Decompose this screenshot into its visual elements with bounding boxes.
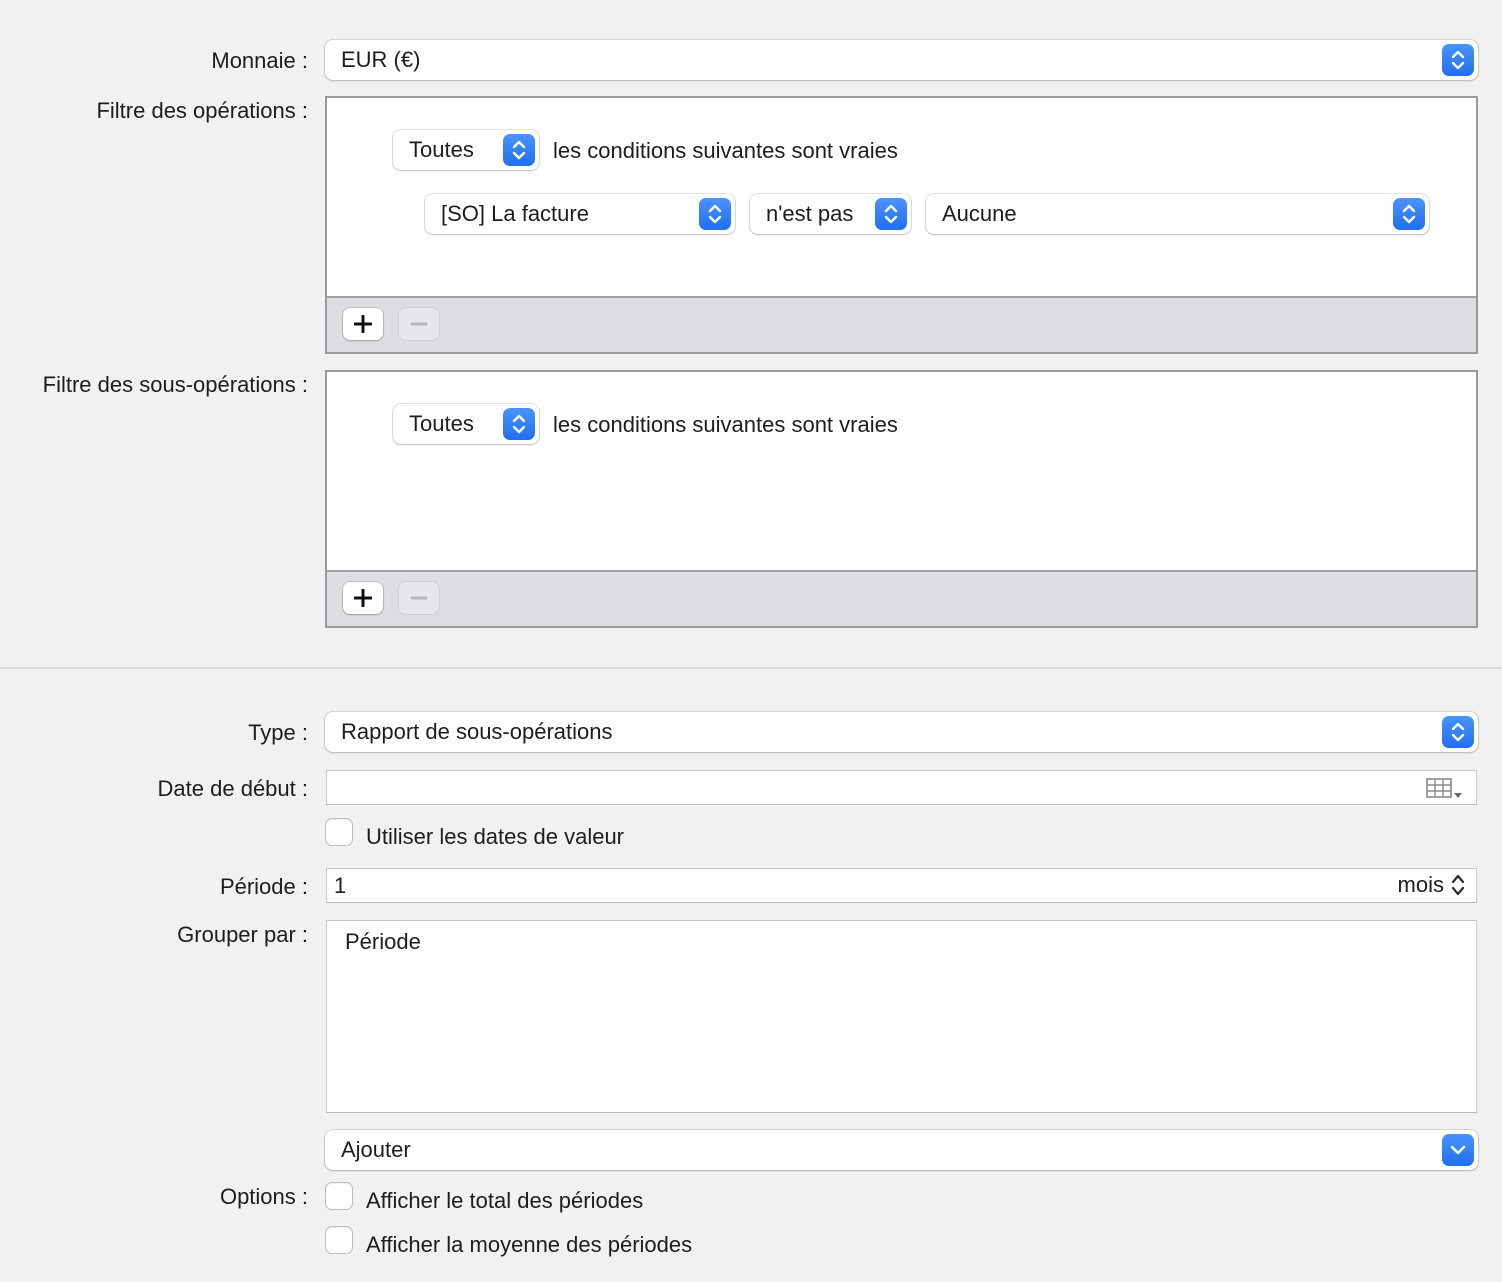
operations-rule-operator-value: n'est pas	[766, 201, 854, 226]
report-type-popup[interactable]: Rapport de sous-opérations	[325, 712, 1478, 752]
group-by-list[interactable]: Période	[326, 920, 1477, 1113]
show-average-checkbox[interactable]	[326, 1227, 352, 1253]
use-value-dates-checkbox[interactable]	[326, 819, 352, 845]
updown-chevron-icon	[1442, 44, 1474, 76]
operations-match-mode-value: Toutes	[409, 137, 474, 162]
updown-chevron-icon	[503, 408, 535, 440]
operations-rule-value-popup[interactable]: Aucune	[926, 194, 1429, 234]
suboperations-filter-footer	[327, 570, 1476, 626]
remove-operation-rule-button[interactable]	[399, 308, 439, 340]
period-unit-popup[interactable]: mois	[1398, 872, 1466, 898]
add-suboperation-rule-button[interactable]	[343, 582, 383, 614]
suboperations-match-mode-value: Toutes	[409, 411, 474, 436]
currency-popup[interactable]: EUR (€)	[325, 40, 1478, 80]
operations-filter-editor: Toutes les conditions suivantes sont vra…	[325, 96, 1478, 354]
minus-icon	[410, 322, 428, 326]
operations-rule-value-value: Aucune	[942, 201, 1017, 226]
show-average-label: Afficher la moyenne des périodes	[366, 1232, 693, 1257]
updown-chevron-icon	[875, 198, 907, 230]
section-divider	[0, 667, 1502, 669]
operations-filter-footer	[327, 296, 1476, 352]
report-type-value: Rapport de sous-opérations	[341, 719, 613, 744]
operations-filter-label: Filtre des opérations :	[96, 98, 308, 123]
currency-value: EUR (€)	[341, 47, 421, 72]
suboperations-match-text: les conditions suivantes sont vraies	[553, 412, 898, 437]
calendar-icon[interactable]	[1426, 777, 1464, 807]
show-total-label: Afficher le total des périodes	[366, 1188, 644, 1213]
operations-rule-field-popup[interactable]: [SO] La facture	[425, 194, 735, 234]
group-by-label: Grouper par :	[177, 922, 308, 947]
period-unit-value: mois	[1397, 872, 1444, 897]
group-by-add-label: Ajouter	[341, 1137, 411, 1162]
operations-match-text: les conditions suivantes sont vraies	[553, 138, 898, 163]
plus-icon	[354, 315, 372, 333]
show-total-checkbox[interactable]	[326, 1183, 352, 1209]
updown-chevron-icon	[1393, 198, 1425, 230]
use-value-dates-label: Utiliser les dates de valeur	[366, 824, 625, 849]
updown-chevron-icon	[1442, 716, 1474, 748]
suboperations-filter-label: Filtre des sous-opérations :	[42, 372, 308, 397]
updown-chevron-icon	[699, 198, 731, 230]
plus-icon	[354, 589, 372, 607]
period-field[interactable]: 1 mois	[326, 868, 1477, 903]
operations-rule-operator-popup[interactable]: n'est pas	[750, 194, 911, 234]
updown-chevron-icon	[503, 134, 535, 166]
period-label: Période :	[219, 874, 308, 899]
start-date-label: Date de début :	[157, 776, 308, 801]
group-by-add-popup[interactable]: Ajouter	[325, 1130, 1478, 1170]
currency-label: Monnaie :	[211, 48, 308, 73]
period-value: 1	[334, 873, 347, 898]
chevron-down-icon	[1442, 1134, 1474, 1166]
start-date-field[interactable]	[326, 770, 1477, 805]
minus-icon	[410, 596, 428, 600]
suboperations-filter-editor: Toutes les conditions suivantes sont vra…	[325, 370, 1478, 628]
operations-match-mode-popup[interactable]: Toutes	[393, 130, 539, 170]
operations-rule-field-value: [SO] La facture	[441, 201, 589, 226]
add-operation-rule-button[interactable]	[343, 308, 383, 340]
options-label: Options :	[219, 1184, 308, 1209]
group-by-item[interactable]: Période	[345, 929, 421, 955]
suboperations-match-mode-popup[interactable]: Toutes	[393, 404, 539, 444]
updown-chevron-icon	[1451, 874, 1465, 896]
remove-suboperation-rule-button[interactable]	[399, 582, 439, 614]
report-type-label: Type :	[248, 720, 308, 745]
